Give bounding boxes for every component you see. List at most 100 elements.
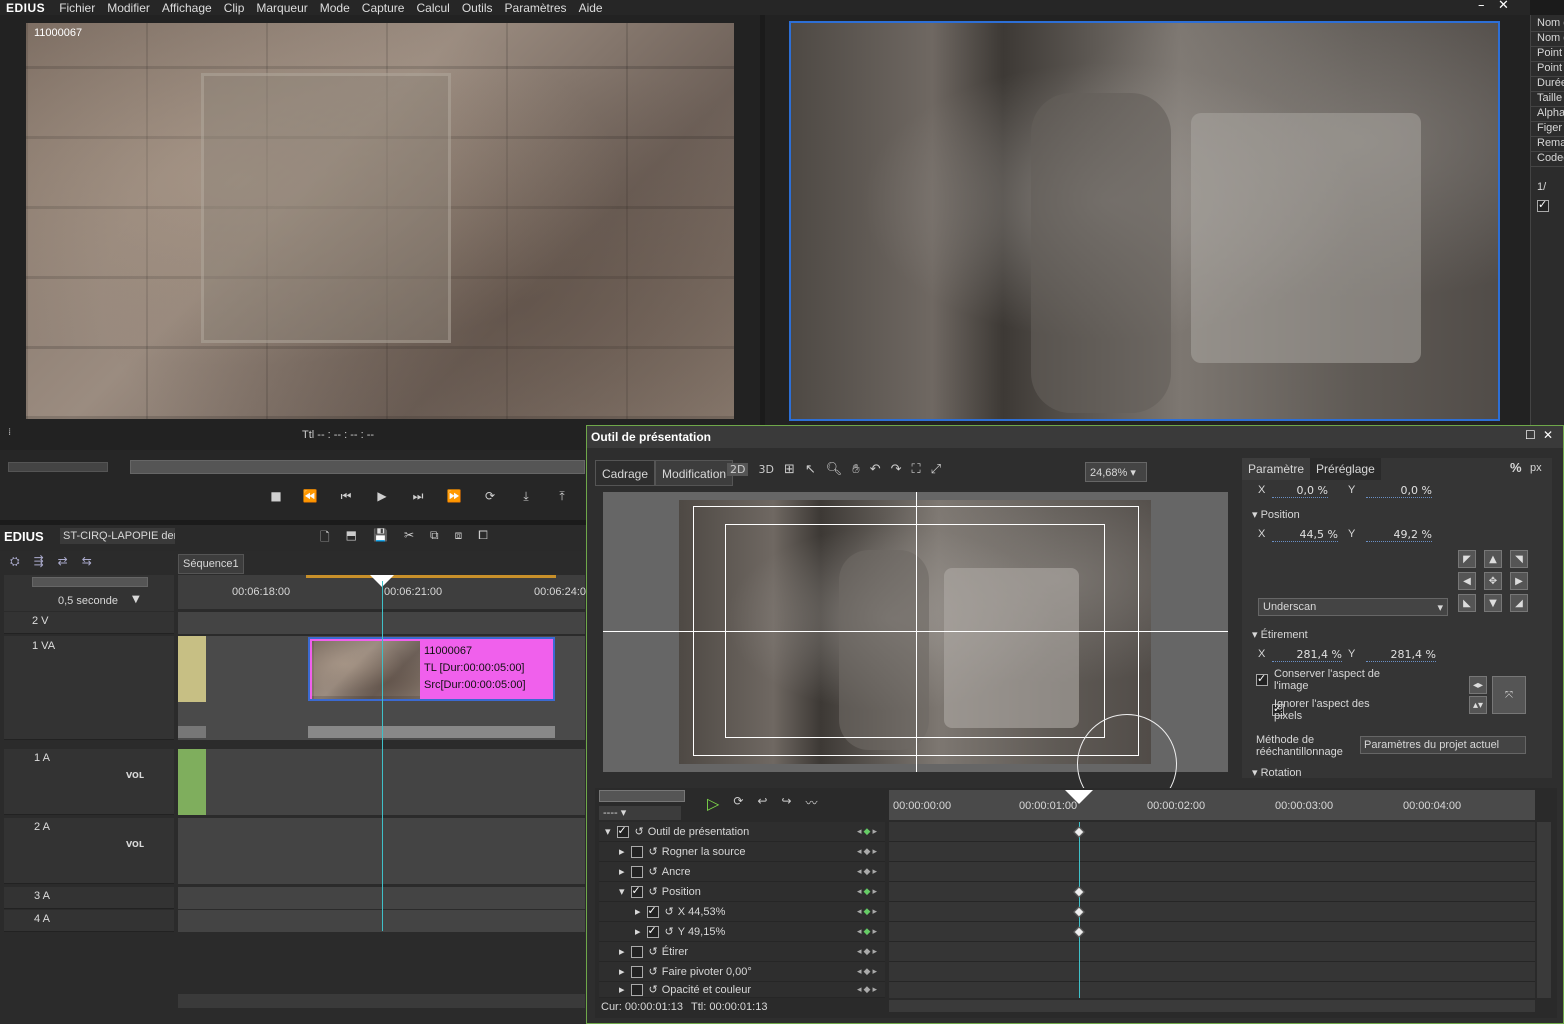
track-2a[interactable]: 2 A VOL xyxy=(4,818,174,884)
track-4a[interactable]: 4 A xyxy=(4,910,174,932)
next-frame-icon[interactable]: ⏭ xyxy=(403,484,433,508)
menu-outils[interactable]: Outils xyxy=(456,1,499,15)
audio-clip-prev[interactable] xyxy=(178,726,206,738)
shuttle-slider[interactable] xyxy=(8,462,108,472)
keyframe-point[interactable] xyxy=(1073,826,1085,838)
arrow-up-icon[interactable]: ▲ xyxy=(1484,550,1502,568)
undo-icon[interactable]: ↶ xyxy=(870,462,881,477)
redo-icon[interactable]: ↷ xyxy=(891,462,902,477)
fit-icon[interactable]: ⛶ xyxy=(912,462,921,477)
keyframe-point[interactable] xyxy=(1073,906,1085,918)
arrow-down-left-icon[interactable]: ◣ xyxy=(1458,594,1476,612)
layout-preview[interactable] xyxy=(603,492,1228,814)
kf-next-icon[interactable]: ↪ xyxy=(781,794,791,813)
top-x-field[interactable]: 0,0 % xyxy=(1272,484,1328,498)
handle-icon[interactable]: ⁞ xyxy=(8,427,11,438)
open-icon[interactable]: ⬒ xyxy=(346,528,357,549)
kf-vscroll[interactable] xyxy=(1537,822,1551,998)
resample-select[interactable]: Paramètres du projet actuel xyxy=(1360,736,1526,754)
kf-prev-icon[interactable]: ↩ xyxy=(757,794,767,813)
kf-row[interactable]: ▸ ↺ Ancre ◂◆▸ xyxy=(599,862,885,882)
tab-parametre[interactable]: Paramètre xyxy=(1242,458,1311,480)
zoom-select[interactable]: 24,68% ▾ xyxy=(1085,462,1147,482)
kf-graph-icon[interactable]: 〰 xyxy=(806,794,818,813)
selected-clip[interactable]: 11000067 TL [Dur:00:00:05:00] Src[Dur:00… xyxy=(308,637,555,701)
top-y-field[interactable]: 0,0 % xyxy=(1366,484,1432,498)
kf-row[interactable]: ▸ ↺ Rogner la source ◂◆▸ xyxy=(599,842,885,862)
menu-clip[interactable]: Clip xyxy=(218,1,251,15)
cut-icon[interactable]: ✂ xyxy=(404,528,414,549)
arrow-down-right-icon[interactable]: ◢ xyxy=(1510,594,1528,612)
clip-prev[interactable] xyxy=(178,636,206,702)
swap-h-icon[interactable]: ◂▸ xyxy=(1469,676,1487,694)
zoom-icon[interactable]: 🔍︎ xyxy=(826,462,843,477)
scan-select[interactable]: Underscan ▾ xyxy=(1258,598,1448,616)
stretch-y-field[interactable]: 281,4 % xyxy=(1366,648,1436,662)
tab-modification[interactable]: Modification xyxy=(655,460,734,486)
hand-icon[interactable]: ✋︎ xyxy=(852,462,859,477)
timeline-scrollbar[interactable] xyxy=(178,994,585,1008)
track-1va[interactable]: 1 VA xyxy=(4,636,174,740)
kf-row[interactable]: ▸↺ Y 49,15%◂◆▸ xyxy=(599,922,885,942)
kf-zoom-slider[interactable] xyxy=(599,790,685,802)
copy-icon[interactable]: ⧉ xyxy=(430,528,439,549)
play-icon[interactable]: ▶ xyxy=(367,484,397,508)
stretch-x-field[interactable]: 281,4 % xyxy=(1272,648,1342,662)
tab-preglage[interactable]: Préréglage xyxy=(1310,458,1381,480)
menu-calcul[interactable]: Calcul xyxy=(410,1,455,15)
arrow-left-icon[interactable]: ◀ xyxy=(1458,572,1476,590)
keep-aspect-checkbox[interactable] xyxy=(1256,672,1268,686)
kf-nav-icon[interactable]: ◂◆▸ xyxy=(857,984,879,995)
book-icon[interactable]: ⧠ xyxy=(478,528,488,549)
position-bar[interactable] xyxy=(130,460,585,474)
group-icon[interactable]: ⇆ xyxy=(82,554,92,569)
menu-fichier[interactable]: Fichier xyxy=(53,1,101,15)
track-1a[interactable]: 1 A VOL xyxy=(4,749,174,815)
keyframe-point[interactable] xyxy=(1073,886,1085,898)
menu-modifier[interactable]: Modifier xyxy=(101,1,156,15)
kf-row[interactable]: ▸ ↺ Opacité et couleur ◂◆▸ xyxy=(599,982,885,998)
menu-parametres[interactable]: Paramètres xyxy=(499,1,573,15)
kf-row[interactable]: ▾↺ Outil de présentation◂◆▸ xyxy=(599,822,885,842)
kf-ruler[interactable]: 00:00:00:00 00:00:01:00 00:00:02:00 00:0… xyxy=(889,790,1535,820)
arrow-up-right-icon[interactable]: ◥ xyxy=(1510,550,1528,568)
sync-icon[interactable]: ⇄ xyxy=(58,554,68,569)
minimize-icon[interactable]: – xyxy=(1478,0,1485,13)
3d-icon[interactable]: 3D xyxy=(758,463,773,476)
position-section[interactable]: ▾ Position xyxy=(1252,508,1300,521)
fullscreen-icon[interactable]: ⤢ xyxy=(931,462,941,477)
frame-select[interactable]: ---- ▾ xyxy=(599,806,681,820)
loop-icon[interactable]: ⟳ xyxy=(475,484,505,508)
menu-affichage[interactable]: Affichage xyxy=(156,1,218,15)
fast-forward-icon[interactable]: ⏩ xyxy=(439,484,469,508)
menu-aide[interactable]: Aide xyxy=(573,1,609,15)
maximize-icon[interactable]: ☐ xyxy=(1525,428,1536,442)
kf-nav-icon[interactable]: ◂◆▸ xyxy=(857,906,879,917)
menu-capture[interactable]: Capture xyxy=(356,1,411,15)
arrow-right-icon[interactable]: ▶ xyxy=(1510,572,1528,590)
kf-loop-icon[interactable]: ⟳ xyxy=(733,794,743,813)
rotation-section[interactable]: ▾ Rotation xyxy=(1252,766,1302,776)
select-icon[interactable]: ↖ xyxy=(805,462,816,477)
tab-sequence[interactable]: Séquence1 xyxy=(178,554,244,574)
rewind-icon[interactable]: ⏪ xyxy=(295,484,325,508)
kf-play-icon[interactable]: ▷ xyxy=(707,794,719,813)
kf-nav-icon[interactable]: ◂◆▸ xyxy=(857,846,879,857)
track-2v[interactable]: 2 V xyxy=(4,612,174,634)
kf-nav-icon[interactable]: ◂◆▸ xyxy=(857,966,879,977)
unit-percent[interactable]: % xyxy=(1510,460,1522,475)
linked-audio[interactable] xyxy=(308,726,555,738)
kf-row[interactable]: ▾↺ Position◂◆▸ xyxy=(599,882,885,902)
stop-icon[interactable]: ■ xyxy=(263,484,289,508)
center-icon[interactable]: ✥ xyxy=(1484,572,1502,590)
kf-nav-icon[interactable]: ◂◆▸ xyxy=(857,826,879,837)
menu-marqueur[interactable]: Marqueur xyxy=(250,1,313,15)
track-3a[interactable]: 3 A xyxy=(4,887,174,909)
unit-px[interactable]: px xyxy=(1530,462,1542,474)
kf-playhead-icon[interactable] xyxy=(1065,790,1093,804)
kf-nav-icon[interactable]: ◂◆▸ xyxy=(857,866,879,877)
zoom-dropdown-icon[interactable]: ▼ xyxy=(132,594,140,605)
kf-row[interactable]: ▸↺ X 44,53%◂◆▸ xyxy=(599,902,885,922)
audio-clip[interactable] xyxy=(178,749,206,815)
zoom-slider[interactable] xyxy=(32,577,148,587)
